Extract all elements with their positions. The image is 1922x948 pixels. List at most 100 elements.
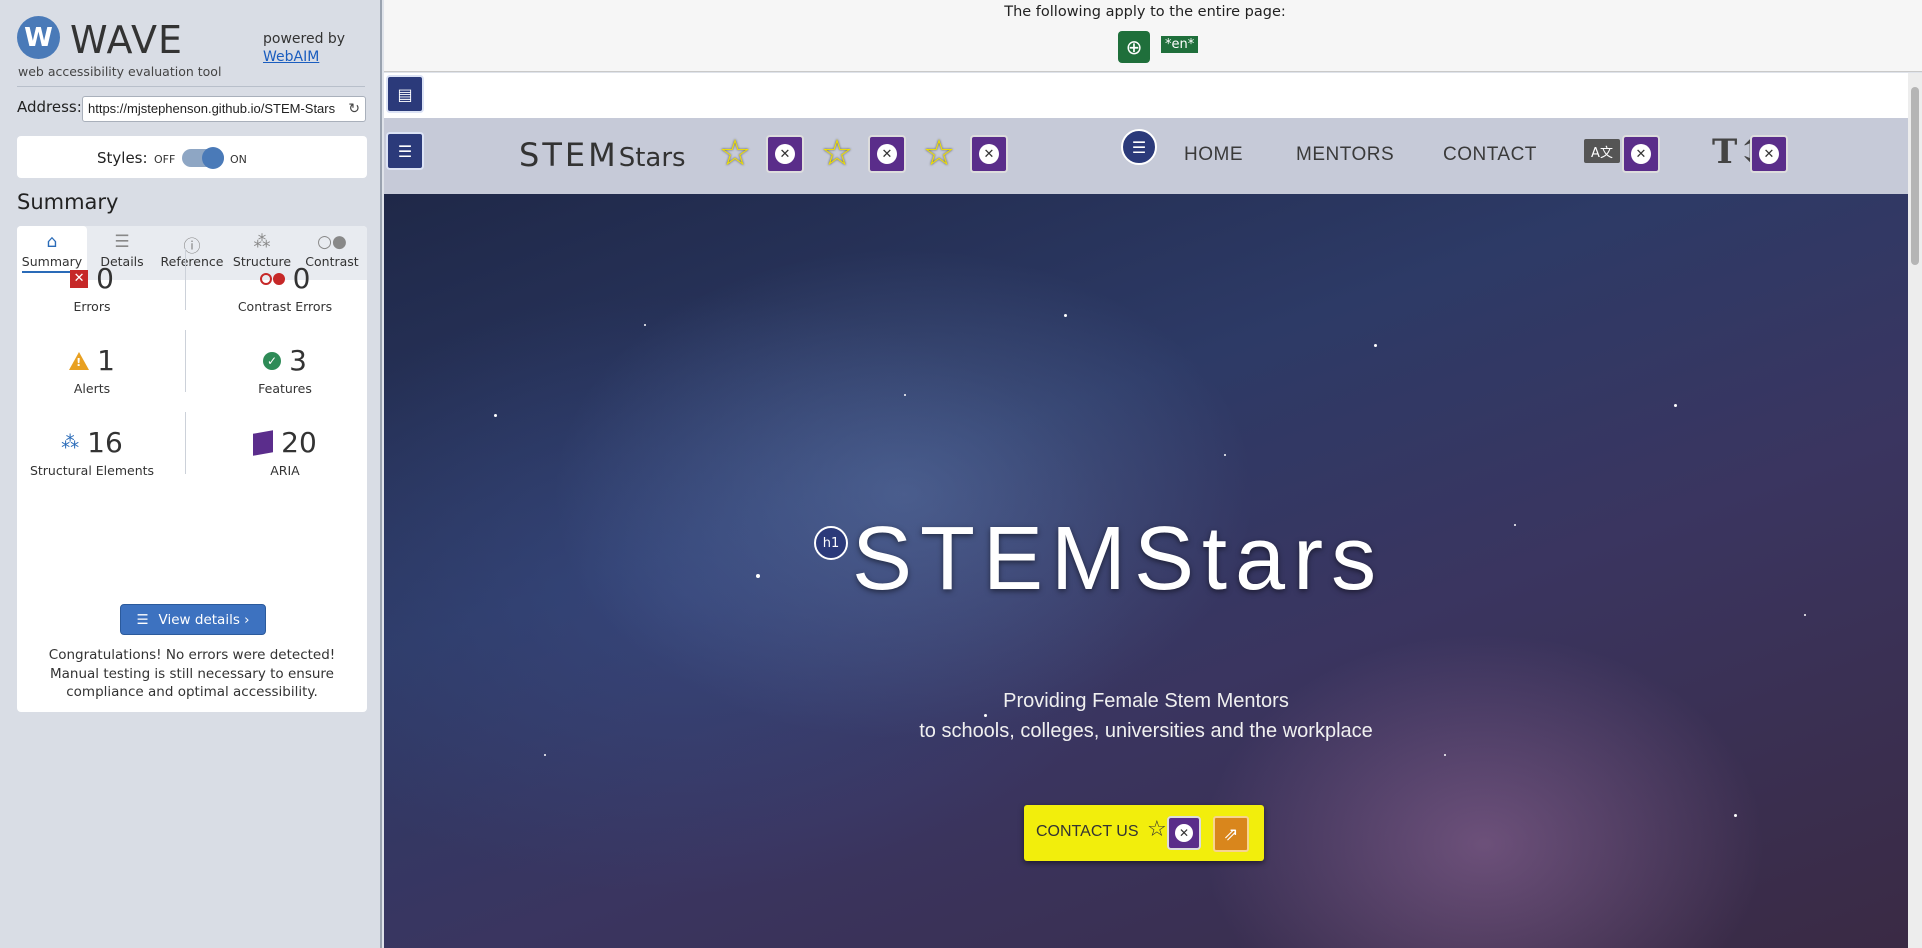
address-label: Address:: [17, 98, 82, 116]
reload-icon[interactable]: ↻: [348, 100, 360, 117]
star-dot: [544, 754, 546, 756]
scrollbar-thumb[interactable]: [1911, 87, 1919, 265]
error-icon: ✕: [70, 269, 89, 288]
summary-heading: Summary: [17, 190, 119, 214]
divider: [185, 248, 186, 310]
webaim-link[interactable]: WebAIM: [263, 48, 345, 66]
page-level-bar: The following apply to the entire page: …: [384, 0, 1922, 72]
site-brand[interactable]: STEMStars: [519, 136, 686, 174]
list-icon: ☰: [136, 611, 149, 628]
applies-text: The following apply to the entire page:: [1004, 4, 1286, 20]
powered-by: powered by WebAIM: [263, 30, 345, 66]
star-dot: [1444, 754, 1446, 756]
star-dot: [1804, 614, 1806, 616]
features-label: Features: [258, 381, 312, 396]
contact-us-button[interactable]: CONTACT US ☆ ✕ ⇗: [1024, 805, 1264, 861]
brand-main: STEM: [519, 136, 619, 174]
wave-logo-text: WAVE: [70, 18, 184, 62]
aria-hidden-icon[interactable]: ✕: [1167, 816, 1201, 850]
h1-heading-icon[interactable]: h1: [814, 526, 848, 560]
styles-toggle-box: Styles: OFF ON: [17, 136, 367, 178]
wave-logo-subtitle: web accessibility evaluation tool: [18, 64, 222, 79]
contrast-errors-label: Contrast Errors: [237, 299, 333, 314]
home-icon: ⌂: [46, 232, 58, 252]
aria-count: 20: [281, 426, 317, 459]
translate-icon[interactable]: A文: [1584, 139, 1620, 163]
errors-count: 0: [96, 262, 114, 295]
aria-hidden-icon[interactable]: ✕: [868, 135, 906, 173]
structure-icon: ⁂: [253, 232, 271, 252]
list-icon[interactable]: ☰: [1121, 129, 1157, 165]
hero-subtitle: Providing Female Stem Mentors to schools…: [384, 686, 1908, 746]
stat-contrast-errors[interactable]: 0 Contrast Errors: [210, 262, 360, 314]
errors-label: Errors: [73, 299, 111, 314]
view-details-button[interactable]: ☰ View details ›: [120, 604, 266, 635]
powered-by-text: powered by: [263, 31, 346, 47]
star-dot: [756, 574, 760, 578]
globe-icon[interactable]: ⊕: [1118, 31, 1150, 63]
aria-hidden-icon[interactable]: ✕: [970, 135, 1008, 173]
stat-alerts[interactable]: 1 Alerts: [17, 344, 167, 396]
alerts-label: Alerts: [73, 381, 111, 396]
aria-landmark-icon[interactable]: ☰: [386, 132, 424, 170]
toggle-knob: [202, 147, 224, 169]
star-dot: [904, 394, 906, 396]
stat-aria[interactable]: 20 ARIA: [210, 426, 360, 478]
nav-mentors[interactable]: MENTORS: [1296, 144, 1394, 166]
star-icon: ☆: [1147, 817, 1167, 842]
star-dot: [1674, 404, 1677, 407]
hero-title: STEMStars: [852, 509, 1385, 609]
alerts-count: 1: [97, 344, 115, 377]
features-count: 3: [289, 344, 307, 377]
star-dot: [1064, 314, 1067, 317]
view-details-label: View details ›: [158, 611, 250, 628]
star-dot: [494, 414, 497, 417]
wave-logo: W WAVE web accessibility evaluation tool…: [17, 16, 367, 86]
info-icon: ⓘ: [183, 237, 201, 257]
star-dot: [1374, 344, 1377, 347]
list-icon: ☰: [114, 232, 130, 252]
stat-errors[interactable]: ✕ 0 Errors: [17, 262, 167, 314]
language-badge[interactable]: *en*: [1161, 36, 1199, 53]
divider: [17, 86, 365, 87]
nav-home[interactable]: HOME: [1184, 144, 1243, 166]
structural-count: 16: [87, 426, 123, 459]
brand-small: Stars: [618, 143, 686, 173]
cta-label: CONTACT US: [1036, 823, 1139, 840]
stat-structural[interactable]: ⁂ 16 Structural Elements: [17, 426, 167, 478]
star-icon[interactable]: ☆: [919, 134, 959, 174]
scrollbar[interactable]: [1908, 73, 1922, 948]
wave-sidebar: W WAVE web accessibility evaluation tool…: [0, 0, 382, 948]
star-icon[interactable]: ☆: [715, 134, 755, 174]
divider: [185, 412, 186, 474]
aria-label: ARIA: [270, 463, 300, 478]
hero-line-1: Providing Female Stem Mentors: [1003, 690, 1289, 712]
contrast-errors-count: 0: [292, 262, 311, 295]
aria-landmark-icon[interactable]: ▤: [386, 75, 424, 113]
aria-hidden-icon[interactable]: ✕: [1750, 135, 1788, 173]
contrast-icon: ○●: [317, 232, 347, 252]
page-preview: ▤ ☰ STEMStars ☆ ✕ ☆ ✕ ☆ ✕ ☰ HOME MENTORS…: [384, 73, 1908, 948]
hero-line-2: to schools, colleges, universities and t…: [919, 720, 1373, 742]
feature-icon: ✓: [263, 351, 282, 370]
aria-hidden-icon[interactable]: ✕: [1622, 135, 1660, 173]
contrast-error-icon: [259, 272, 285, 285]
star-dot: [1514, 524, 1516, 526]
aria-hidden-icon[interactable]: ✕: [766, 135, 804, 173]
styles-label: Styles:: [97, 149, 148, 167]
alert-icon: [69, 351, 90, 370]
congrats-message: Congratulations! No errors were detected…: [48, 647, 336, 700]
star-icon[interactable]: ☆: [817, 134, 857, 174]
structural-label: Structural Elements: [29, 463, 155, 478]
styles-off-label: OFF: [154, 153, 176, 166]
redundant-link-alert-icon[interactable]: ⇗: [1213, 816, 1249, 852]
summary-panel: ⌂ Summary ☰ Details ⓘ Reference ⁂ Struct…: [17, 226, 367, 712]
styles-toggle[interactable]: [182, 147, 224, 169]
divider: [185, 330, 186, 392]
address-input[interactable]: https://mjstephenson.github.io/STEM-Star…: [82, 96, 366, 122]
structure-icon: ⁂: [61, 432, 80, 453]
site-navbar: ☰ STEMStars ☆ ✕ ☆ ✕ ☆ ✕ ☰ HOME MENTORS C…: [384, 118, 1908, 194]
nav-contact[interactable]: CONTACT: [1443, 144, 1537, 166]
address-value: https://mjstephenson.github.io/STEM-Star…: [88, 101, 336, 116]
stat-features[interactable]: ✓ 3 Features: [210, 344, 360, 396]
